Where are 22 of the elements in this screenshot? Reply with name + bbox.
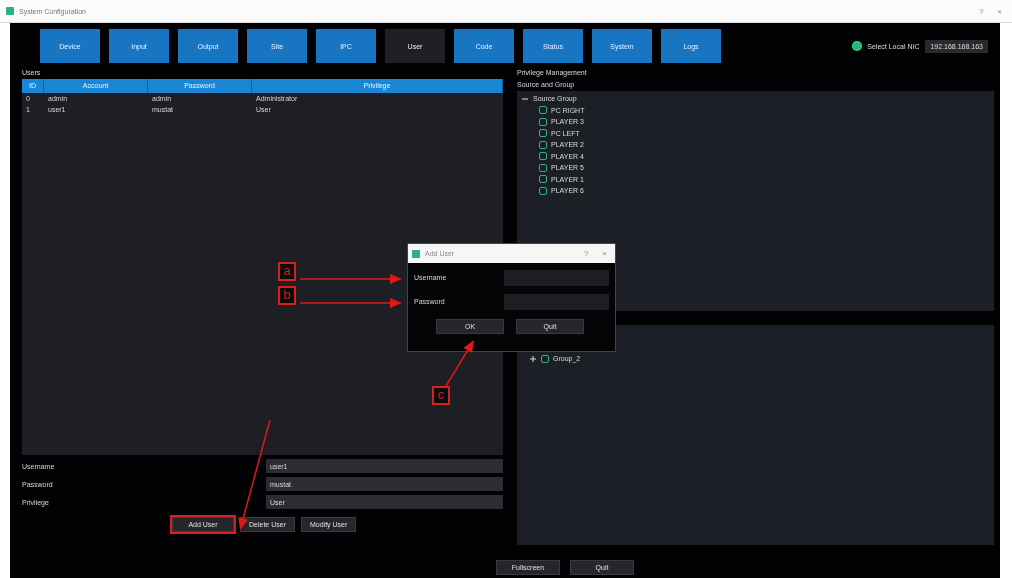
checkbox-icon[interactable] [539, 163, 547, 172]
annotation-label: a [278, 262, 296, 281]
close-button[interactable]: × [993, 6, 1006, 16]
checkbox-icon[interactable] [539, 129, 547, 138]
input-field[interactable] [504, 293, 609, 310]
annotation-label: b [278, 286, 296, 305]
app-icon [412, 249, 420, 258]
checkbox-icon[interactable] [539, 140, 547, 149]
checkbox-icon[interactable] [539, 152, 547, 161]
help-button[interactable]: ? [974, 6, 988, 16]
expand-icon[interactable] [529, 354, 537, 363]
status-dot-icon [853, 42, 862, 50]
app-icon [6, 7, 14, 15]
checkbox-icon[interactable] [539, 106, 547, 115]
checkbox-icon[interactable] [539, 186, 547, 195]
checkbox-icon[interactable] [539, 175, 547, 184]
checkbox-icon[interactable] [539, 117, 547, 126]
annotation-label: c [432, 386, 450, 405]
help-button[interactable]: ? [579, 249, 593, 258]
input-field[interactable] [504, 269, 609, 286]
annotation-arrow [445, 340, 474, 387]
checkbox-icon[interactable] [541, 354, 549, 363]
